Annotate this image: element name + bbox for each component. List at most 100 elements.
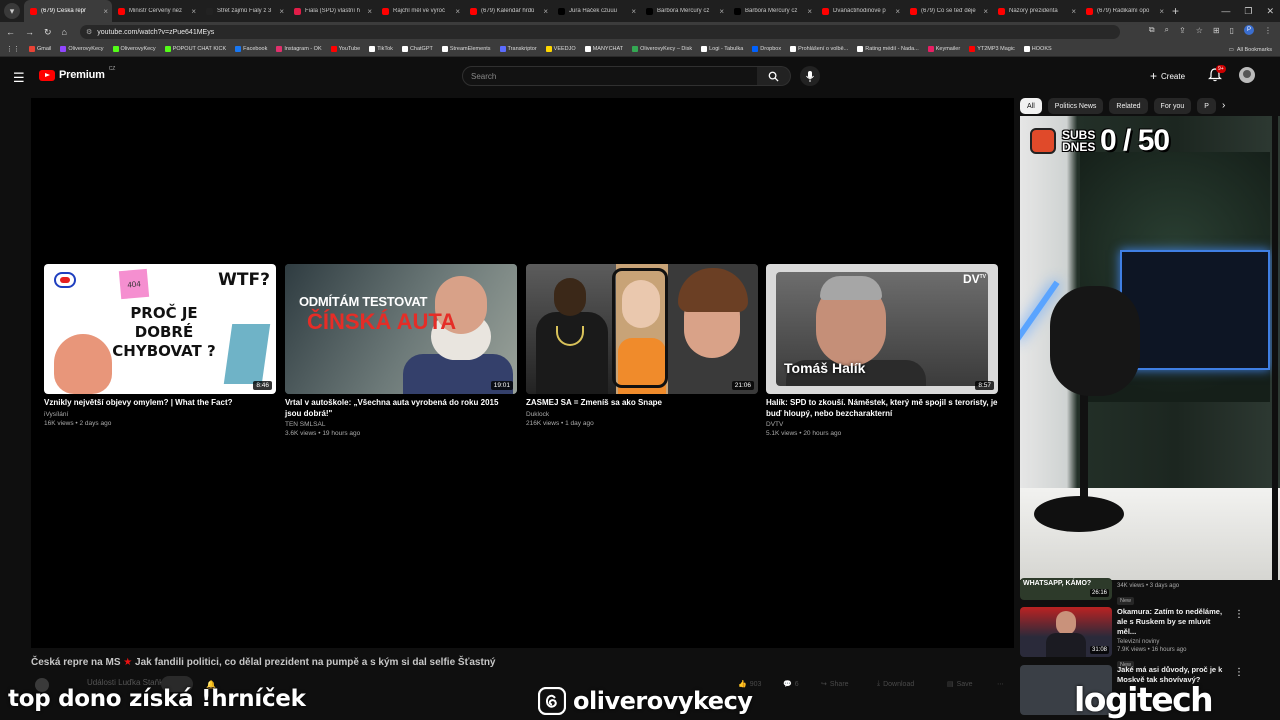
tab-close-icon[interactable]: × xyxy=(1159,7,1164,16)
tab-search-icon[interactable]: ▾ xyxy=(4,3,20,19)
browser-tab[interactable]: Barbora Mercury cz × xyxy=(640,0,728,22)
browser-tab[interactable]: Ministr Červený nez × xyxy=(112,0,200,22)
new-tab-button[interactable]: + xyxy=(1172,4,1179,18)
browser-tab[interactable]: Rajchl měl ve výroč × xyxy=(376,0,464,22)
search-button[interactable] xyxy=(757,66,791,86)
forward-icon[interactable]: → xyxy=(25,27,34,37)
account-avatar[interactable] xyxy=(1239,67,1255,83)
tab-close-icon[interactable]: × xyxy=(631,7,636,16)
browser-tab[interactable]: Názory prezidenta × xyxy=(992,0,1080,22)
browser-tab[interactable]: (679) Co se teď děje × xyxy=(904,0,992,22)
bookmark-item[interactable]: Gmail xyxy=(29,46,51,52)
browser-tab[interactable]: Jura Háček czuuu × xyxy=(552,0,640,22)
chip-for-you[interactable]: For you xyxy=(1153,98,1192,114)
site-info-icon[interactable]: ⚙ xyxy=(86,28,92,36)
menu-icon[interactable]: ⋮ xyxy=(1264,26,1272,35)
more-options-icon[interactable]: ⋮ xyxy=(1234,667,1244,678)
bookmark-item[interactable]: OliverovyKecy xyxy=(60,46,104,52)
bookmark-item[interactable]: Logi - Tabulka xyxy=(701,46,743,52)
end-screen-video-3[interactable]: 21:06 ZASMEJ SA = Zmeníš sa ako Snape Du… xyxy=(526,264,758,427)
bookmark-item[interactable]: Rating médií - Nada... xyxy=(857,46,919,52)
bookmark-item[interactable]: POPOUT CHAT KICK xyxy=(164,46,226,52)
extensions-icon[interactable]: ⊞ xyxy=(1213,26,1220,35)
back-icon[interactable]: ← xyxy=(6,27,15,37)
maximize-icon[interactable]: ❐ xyxy=(1244,6,1252,17)
chip-p[interactable]: P xyxy=(1197,98,1216,114)
end-card-thumbnail[interactable]: 21:06 xyxy=(526,264,758,394)
tab-close-icon[interactable]: × xyxy=(543,7,548,16)
chip-politics-news[interactable]: Politics News xyxy=(1047,98,1104,114)
close-window-icon[interactable]: ✕ xyxy=(1266,6,1274,17)
end-card-title[interactable]: ZASMEJ SA = Zmeníš sa ako Snape xyxy=(526,398,758,409)
more-actions-icon[interactable]: ⋯ xyxy=(997,680,1004,688)
bookmark-item[interactable]: StreamElements xyxy=(441,46,491,52)
end-card-thumbnail[interactable]: ODMÍTÁM TESTOVAT ČÍNSKÁ AUTA 19:01 xyxy=(285,264,517,394)
browser-tab[interactable]: (679) Kalendář hrdů × xyxy=(464,0,552,22)
end-screen-video-2[interactable]: ODMÍTÁM TESTOVAT ČÍNSKÁ AUTA 19:01 Vrtal… xyxy=(285,264,517,437)
browser-tab[interactable]: (679) Radikální opo × xyxy=(1080,0,1168,22)
end-card-channel[interactable]: iVysílání xyxy=(44,411,276,418)
tab-close-icon[interactable]: × xyxy=(279,7,284,16)
end-card-title[interactable]: Vrtal v autoškole: „Všechna auta vyroben… xyxy=(285,398,517,419)
end-card-channel[interactable]: Duklock xyxy=(526,411,758,418)
bookmark-item[interactable]: Dropbox xyxy=(752,46,781,52)
browser-tab[interactable]: Střet zájmů Fialy z 3 × xyxy=(200,0,288,22)
browser-tab[interactable]: Dvanáctihodinové p × xyxy=(816,0,904,22)
tab-close-icon[interactable]: × xyxy=(455,7,460,16)
all-bookmarks[interactable]: ▭ All Bookmarks xyxy=(1229,42,1272,56)
bookmark-item[interactable]: YT2MP3 Magic xyxy=(969,46,1015,52)
rec-title[interactable]: Okamura: Zatím to neděláme, ale s Ruskem… xyxy=(1117,607,1229,637)
search-input[interactable]: Search xyxy=(462,66,758,86)
bookmark-item[interactable]: VEEDJO xyxy=(545,46,576,52)
end-card-channel[interactable]: DVTV xyxy=(766,421,998,428)
end-card-title[interactable]: Vznikly největší objevy omylem? | What t… xyxy=(44,398,276,409)
chip-related[interactable]: Related xyxy=(1109,98,1148,114)
share-icon[interactable]: ⇪ xyxy=(1179,26,1186,35)
end-card-thumbnail[interactable]: DVTV Tomáš Halík 8:57 xyxy=(766,264,998,394)
bookmark-item[interactable]: Keymailer xyxy=(927,46,960,52)
end-card-channel[interactable]: TEN SMLSAL xyxy=(285,421,517,428)
comments-button[interactable]: 💬 6 xyxy=(783,680,799,689)
end-screen-video-1[interactable]: 404 WTF? PROČ JE DOBRÉ CHYBOVAT ? 8:46 V… xyxy=(44,264,276,427)
home-icon[interactable]: ⌂ xyxy=(62,27,67,37)
bookmark-item[interactable]: MANYCHAT xyxy=(584,46,623,52)
rec-channel[interactable]: Televizní noviny xyxy=(1117,639,1229,645)
bookmark-item[interactable]: Prohlášení o volbě... xyxy=(790,46,848,52)
end-card-title[interactable]: Halík: SPD to zkouší. Náměstek, který mě… xyxy=(766,398,998,419)
tab-close-icon[interactable]: × xyxy=(191,7,196,16)
youtube-premium-logo[interactable]: Premium CZ xyxy=(39,66,115,81)
tab-close-icon[interactable]: × xyxy=(895,7,900,16)
tab-close-icon[interactable]: × xyxy=(1071,7,1076,16)
chevron-right-icon[interactable]: › xyxy=(1222,100,1225,111)
tab-close-icon[interactable]: × xyxy=(719,7,724,16)
reload-icon[interactable]: ↻ xyxy=(44,27,52,38)
translate-icon[interactable]: ⧉ xyxy=(1149,25,1155,35)
bookmark-item[interactable]: YouTube xyxy=(330,46,360,52)
apps-icon[interactable]: ⋮⋮ xyxy=(6,45,20,53)
bookmark-item[interactable]: OliverovyKecy – Disk xyxy=(632,46,692,52)
bookmark-item[interactable]: Facebook xyxy=(235,46,267,52)
tab-close-icon[interactable]: × xyxy=(367,7,372,16)
share-button[interactable]: ↪ Share xyxy=(821,680,849,689)
browser-tab[interactable]: Barbora Mercury cz × xyxy=(728,0,816,22)
create-button[interactable]: + Create xyxy=(1150,68,1185,84)
tab-close-icon[interactable]: × xyxy=(103,7,108,16)
address-bar[interactable]: ⚙ youtube.com/watch?v=zPue641MEys xyxy=(80,25,1120,39)
recommended-video-1[interactable]: WHATSAPP, KÁMO? 26:16 34K views • 3 days… xyxy=(1020,578,1260,605)
guide-menu-icon[interactable]: ☰ xyxy=(13,70,25,86)
tab-close-icon[interactable]: × xyxy=(983,7,988,16)
rec-thumbnail[interactable]: 31:08 xyxy=(1020,607,1112,657)
end-screen-video-4[interactable]: DVTV Tomáš Halík 8:57 Halík: SPD to zkou… xyxy=(766,264,998,437)
chip-all[interactable]: All xyxy=(1020,98,1042,114)
voice-search-button[interactable] xyxy=(800,66,820,86)
profile-icon[interactable]: P xyxy=(1244,25,1254,35)
download-button[interactable]: ⤓ Download xyxy=(877,680,914,688)
bookmark-item[interactable]: ChatGPT xyxy=(401,46,433,52)
recommended-video-2[interactable]: 31:08 Okamura: Zatím to neděláme, ale s … xyxy=(1020,607,1260,669)
bookmark-item[interactable]: Instagram - OK xyxy=(276,46,322,52)
rec-thumbnail[interactable]: WHATSAPP, KÁMO? 26:16 xyxy=(1020,578,1112,600)
bookmark-item[interactable]: Transkriptor xyxy=(499,46,537,52)
browser-tab[interactable]: Fiala (SPD) vlastní h × xyxy=(288,0,376,22)
page-scrollbar[interactable] xyxy=(1272,60,1278,720)
bookmark-star-icon[interactable]: ☆ xyxy=(1196,26,1203,35)
